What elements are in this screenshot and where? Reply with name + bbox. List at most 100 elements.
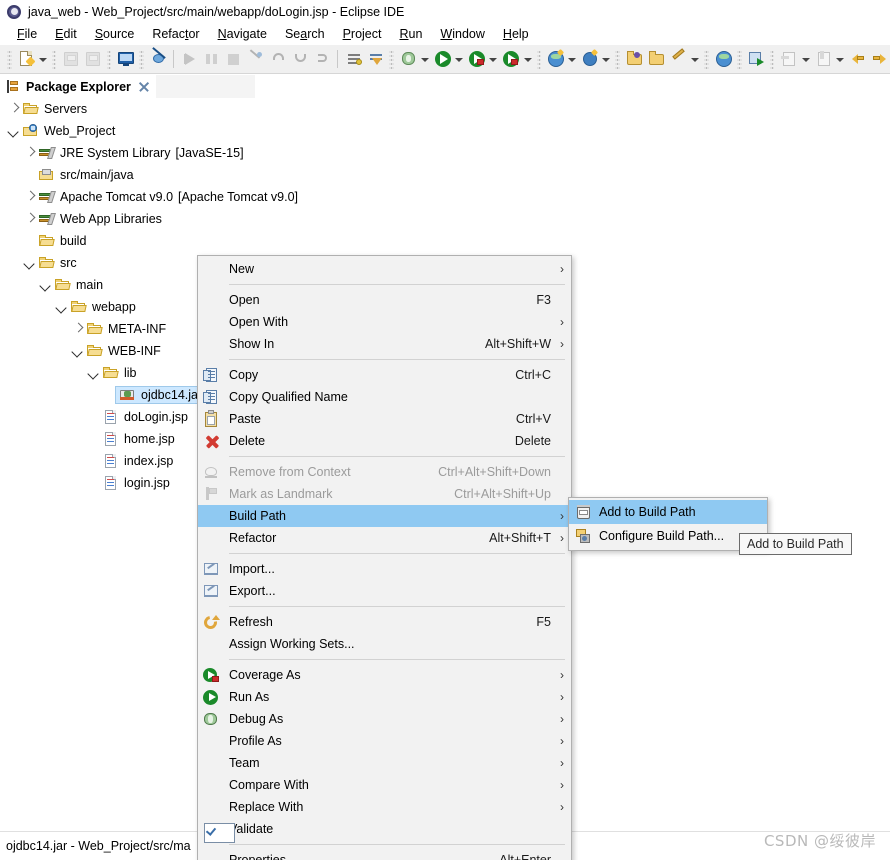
toolbar-drag-handle-7[interactable] <box>615 49 620 69</box>
close-icon[interactable] <box>138 81 150 93</box>
menu-item-coverage-as[interactable]: Coverage As › <box>198 664 571 686</box>
run-dropdown-icon[interactable] <box>453 49 464 69</box>
chevron-down-icon[interactable] <box>6 123 22 139</box>
pencil-dropdown-icon[interactable] <box>689 49 700 69</box>
toolbar-drag-handle-10[interactable] <box>769 49 775 69</box>
toolbar-drag-handle-2[interactable] <box>51 49 57 69</box>
resume-icon[interactable] <box>291 49 309 69</box>
menu-item-profile-as[interactable]: Profile As › <box>198 730 571 752</box>
menu-item-copy[interactable]: Copy Ctrl+C <box>198 364 571 386</box>
toolbar-drag-handle-9[interactable] <box>737 49 742 69</box>
menu-item-replace-with[interactable]: Replace With › <box>198 796 571 818</box>
menu-project[interactable]: Project <box>334 25 391 43</box>
tree-item-web-app-libraries[interactable]: Web App Libraries <box>0 208 890 230</box>
run-last-icon[interactable] <box>501 49 520 69</box>
deploy-icon[interactable] <box>747 49 765 69</box>
toolbar-drag-handle-5[interactable] <box>389 49 394 69</box>
drop-to-frame-icon[interactable] <box>313 49 331 69</box>
menu-item-export[interactable]: Export... <box>198 580 571 602</box>
tab-package-explorer[interactable]: Package Explorer <box>0 75 156 98</box>
coverage-icon[interactable] <box>467 49 486 69</box>
chevron-down-icon[interactable] <box>22 255 38 271</box>
submenu-item-configure-build-path[interactable]: Configure Build Path... <box>569 524 767 548</box>
menu-item-properties[interactable]: Properties Alt+Enter <box>198 849 571 860</box>
menu-item-copy-qualified-name[interactable]: Copy Qualified Name <box>198 386 571 408</box>
context-menu[interactable]: New › Open F3 Open With › Show In Alt+Shift+W › C… <box>197 255 572 860</box>
menu-file[interactable]: File <box>8 25 46 43</box>
chevron-down-icon[interactable] <box>86 365 102 381</box>
debug-dropdown-icon[interactable] <box>419 49 430 69</box>
menu-item-delete[interactable]: Delete Delete <box>198 430 571 452</box>
debug-icon[interactable] <box>399 49 417 69</box>
chevron-right-icon[interactable] <box>22 145 38 161</box>
chevron-down-icon[interactable] <box>70 343 86 359</box>
pencil-icon[interactable] <box>669 48 687 69</box>
tree-item-build[interactable]: build <box>0 230 890 252</box>
menu-item-new[interactable]: New › <box>198 258 571 280</box>
chevron-down-icon[interactable] <box>54 299 70 315</box>
previous-annotation-icon[interactable] <box>366 49 384 69</box>
browser-dropdown-icon[interactable] <box>566 49 577 69</box>
build-path-submenu[interactable]: Add to Build Path Configure Build Path... <box>568 497 768 551</box>
search-icon[interactable] <box>580 48 599 69</box>
menu-window[interactable]: Window <box>431 25 493 43</box>
tree-item-apache-tomcat-v9-0[interactable]: Apache Tomcat v9.0 [Apache Tomcat v9.0] <box>0 186 890 208</box>
menu-source[interactable]: Source <box>86 25 144 43</box>
menu-item-debug-as[interactable]: Debug As › <box>198 708 571 730</box>
menu-edit[interactable]: Edit <box>46 25 86 43</box>
menu-item-team[interactable]: Team › <box>198 752 571 774</box>
chevron-down-icon[interactable] <box>38 277 54 293</box>
export-dropdown-icon[interactable] <box>834 49 844 69</box>
menu-item-compare-with[interactable]: Compare With › <box>198 774 571 796</box>
menu-item-assign-working-sets[interactable]: Assign Working Sets... <box>198 633 571 655</box>
chevron-right-icon[interactable] <box>6 101 22 117</box>
toolbar-drag-handle-8[interactable] <box>704 49 710 69</box>
save-all-icon[interactable] <box>83 49 101 69</box>
next-annotation-icon[interactable] <box>344 49 363 69</box>
import-icon[interactable] <box>779 49 797 69</box>
menu-help[interactable]: Help <box>494 25 538 43</box>
step-over-icon[interactable] <box>180 49 198 69</box>
open-web-browser-icon[interactable] <box>546 48 565 69</box>
menu-item-build-path[interactable]: Build Path › <box>198 505 571 527</box>
globe-icon[interactable] <box>714 49 733 69</box>
run-icon[interactable] <box>433 49 452 69</box>
back-icon[interactable] <box>848 49 866 69</box>
stop-icon[interactable] <box>224 49 242 69</box>
step-pause-icon[interactable] <box>202 49 220 69</box>
toolbar-drag-handle-4[interactable] <box>139 49 144 69</box>
open-type-icon[interactable] <box>625 49 643 69</box>
tree-item-servers[interactable]: Servers <box>0 98 890 120</box>
new-wizard-dropdown-icon[interactable] <box>37 49 47 69</box>
menu-item-import[interactable]: Import... <box>198 558 571 580</box>
toolbar-drag-handle-3[interactable] <box>106 49 112 69</box>
menu-refactor[interactable]: Refactor <box>143 25 208 43</box>
menu-run[interactable]: Run <box>390 25 431 43</box>
import-dropdown-icon[interactable] <box>800 49 810 69</box>
menu-item-refresh[interactable]: Refresh F5 <box>198 611 571 633</box>
skip-breakpoints-icon[interactable] <box>149 47 167 69</box>
toolbar-drag-handle[interactable] <box>7 49 12 69</box>
coverage-dropdown-icon[interactable] <box>487 49 498 69</box>
open-task-icon[interactable] <box>647 49 665 69</box>
menu-item-open[interactable]: Open F3 <box>198 289 571 311</box>
menu-item-open-with[interactable]: Open With › <box>198 311 571 333</box>
step-return-icon[interactable] <box>269 49 287 69</box>
menu-navigate[interactable]: Navigate <box>209 25 276 43</box>
toolbar-drag-handle-6[interactable] <box>536 49 542 69</box>
search-dropdown-icon[interactable] <box>600 49 611 69</box>
console-icon[interactable] <box>116 49 135 69</box>
export-icon[interactable] <box>814 49 832 69</box>
menu-item-show-in[interactable]: Show In Alt+Shift+W › <box>198 333 571 355</box>
forward-icon[interactable] <box>870 49 888 69</box>
tree-item-web-project[interactable]: Web_Project <box>0 120 890 142</box>
tree-item-src-main-java[interactable]: src/main/java <box>0 164 890 186</box>
new-wizard-icon[interactable] <box>17 49 35 69</box>
run-last-dropdown-icon[interactable] <box>522 49 532 69</box>
chevron-right-icon[interactable] <box>22 189 38 205</box>
tree-item-jre-system-library[interactable]: JRE System Library [JavaSE-15] <box>0 142 890 164</box>
chevron-right-icon[interactable] <box>70 321 86 337</box>
chevron-right-icon[interactable] <box>22 211 38 227</box>
step-into-icon[interactable] <box>246 49 264 69</box>
menu-search[interactable]: Search <box>276 25 334 43</box>
